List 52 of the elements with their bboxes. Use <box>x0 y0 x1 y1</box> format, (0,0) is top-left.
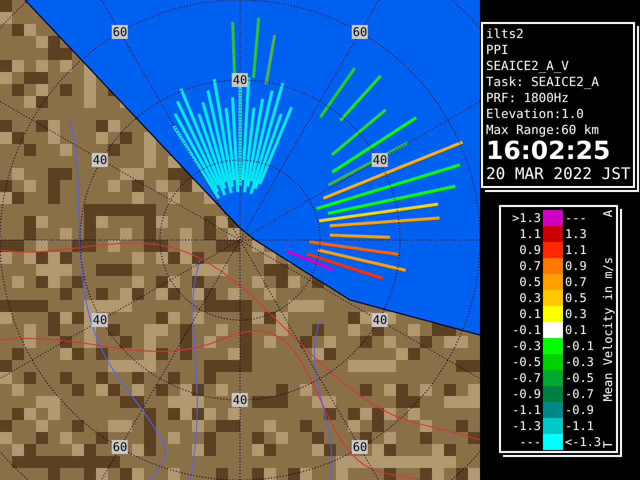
date-text: 20 MAR 2022 JST <box>486 164 630 184</box>
range-label: 40 <box>232 73 248 87</box>
range-label: 60 <box>112 25 128 39</box>
info-text: Max Range:60 km <box>486 122 600 138</box>
legend-title: Mean Velocity in m/s <box>600 256 616 402</box>
info-text: Elevation:1.0 <box>486 106 585 122</box>
range-label: 60 <box>112 440 128 454</box>
legend-high-value: -1.1 <box>565 419 595 433</box>
legend-high-value: -0.3 <box>565 355 595 369</box>
legend-low-value: 0.7 <box>518 259 541 273</box>
legend-low-value: -0.5 <box>511 355 541 369</box>
legend-top-mark: A <box>600 210 616 218</box>
legend-bottom-mark: T <box>600 440 616 448</box>
range-label: 60 <box>352 440 368 454</box>
range-label: 40 <box>232 393 248 407</box>
range-label: 40 <box>92 313 108 327</box>
range-label: 40 <box>372 313 388 327</box>
info-text: Task: SEAICE2_A <box>486 74 600 90</box>
legend-low-value: 0.9 <box>518 243 541 257</box>
legend-low-value: -0.9 <box>511 387 541 401</box>
legend-high-value: --- <box>565 211 588 225</box>
legend-high-value: 0.3 <box>565 307 588 321</box>
legend-high-value: 1.3 <box>565 227 588 241</box>
legend-low-value: 0.5 <box>518 275 541 289</box>
legend-low-value: 0.3 <box>518 291 541 305</box>
legend-high-value: 0.5 <box>565 291 588 305</box>
range-label: 40 <box>92 153 108 167</box>
legend-high-value: 0.7 <box>565 275 588 289</box>
legend-low-value: -0.3 <box>511 339 541 353</box>
info-text: ilts2 <box>486 26 525 42</box>
time-text: 16:02:25 <box>486 138 612 164</box>
info-text: PPI <box>486 42 510 58</box>
range-label: 60 <box>352 25 368 39</box>
legend-low-value: --- <box>518 435 541 449</box>
legend-low-value: -1.1 <box>511 403 541 417</box>
legend-high-value: 0.9 <box>565 259 588 273</box>
legend-low-value: -1.3 <box>511 419 541 433</box>
info-text: PRF: 1800Hz <box>486 90 570 106</box>
range-label: 40 <box>372 153 388 167</box>
legend-high-value: 1.1 <box>565 243 588 257</box>
legend-low-value: 0.1 <box>518 307 541 321</box>
legend-high-value: 0.1 <box>565 323 588 337</box>
legend-high-value: -0.7 <box>565 387 595 401</box>
legend-low-value: 1.1 <box>518 227 541 241</box>
legend-low-value: -0.1 <box>511 323 541 337</box>
legend-high-value: <-1.3 <box>565 435 599 449</box>
legend-high-value: -0.9 <box>565 403 595 417</box>
legend-low-value: >1.3 <box>511 211 541 225</box>
legend-low-value: -0.7 <box>511 371 541 385</box>
legend-high-value: -0.1 <box>565 339 595 353</box>
legend-high-value: -0.5 <box>565 371 595 385</box>
info-text: SEAICE2_A_V <box>486 58 570 74</box>
